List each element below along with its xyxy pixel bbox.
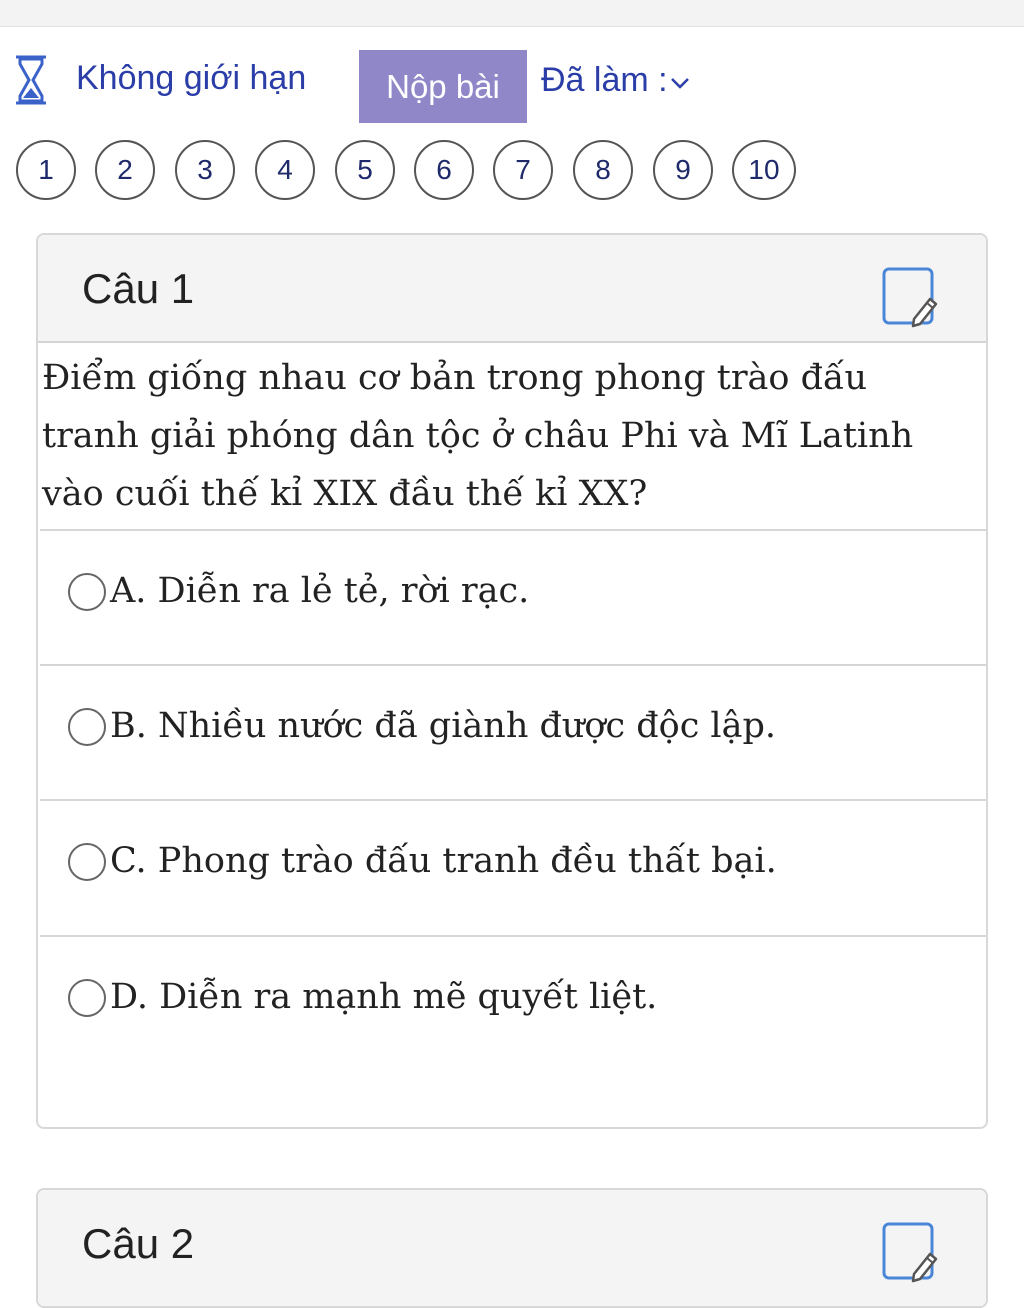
quiz-toolbar: Không giới hạn Nộp bài Đã làm : (0, 48, 1024, 124)
question-nav-10[interactable]: 10 (732, 140, 796, 200)
radio-button[interactable] (68, 979, 106, 1017)
answer-option-b[interactable]: B. Nhiều nước đã giành được độc lập. (40, 666, 986, 800)
question-nav-9[interactable]: 9 (653, 140, 713, 200)
answer-option-a[interactable]: A. Diễn ra lẻ tẻ, rời rạc. (40, 531, 986, 665)
question-header: Câu 2 (38, 1190, 986, 1306)
answer-option-label: B. Nhiều nước đã giành được độc lập. (110, 706, 777, 746)
top-bar (0, 0, 1024, 27)
done-dropdown[interactable]: Đã làm : (541, 58, 690, 102)
question-nav-5[interactable]: 5 (335, 140, 395, 200)
time-limit-label: Không giới hạn (76, 59, 307, 97)
answer-option-c[interactable]: C. Phong trào đấu tranh đều thất bại. (40, 801, 986, 935)
question-title: Câu 2 (82, 1220, 195, 1267)
question-text: Điểm giống nhau cơ bản trong phong trào … (42, 358, 914, 514)
question-nav-7[interactable]: 7 (493, 140, 553, 200)
radio-button[interactable] (68, 843, 106, 881)
radio-button[interactable] (68, 573, 106, 611)
answer-option-label: D. Diễn ra mạnh mẽ quyết liệt. (110, 977, 658, 1017)
question-card: Câu 2 (36, 1188, 988, 1308)
question-nav-1[interactable]: 1 (16, 140, 76, 200)
question-nav-4[interactable]: 4 (255, 140, 315, 200)
question-navigator: 1 2 3 4 5 6 7 8 9 10 (0, 140, 1024, 204)
chevron-down-icon (670, 78, 689, 89)
note-edit-icon[interactable] (880, 265, 942, 329)
answer-option-label: A. Diễn ra lẻ tẻ, rời rạc. (110, 571, 530, 611)
question-title: Câu 1 (82, 265, 195, 312)
submit-button[interactable]: Nộp bài (359, 50, 527, 123)
note-edit-icon[interactable] (880, 1220, 942, 1284)
radio-button[interactable] (68, 708, 106, 746)
question-nav-6[interactable]: 6 (414, 140, 474, 200)
question-nav-3[interactable]: 3 (175, 140, 235, 200)
answer-option-label: C. Phong trào đấu tranh đều thất bại. (110, 841, 777, 881)
question-nav-8[interactable]: 8 (573, 140, 633, 200)
answer-option-d[interactable]: D. Diễn ra mạnh mẽ quyết liệt. (40, 937, 986, 1071)
done-label: Đã làm : (541, 60, 668, 99)
question-header: Câu 1 (38, 235, 986, 343)
hourglass-icon (16, 55, 46, 105)
question-nav-2[interactable]: 2 (95, 140, 155, 200)
question-card: Câu 1 Điểm giống nhau cơ bản trong phong… (36, 233, 988, 1129)
